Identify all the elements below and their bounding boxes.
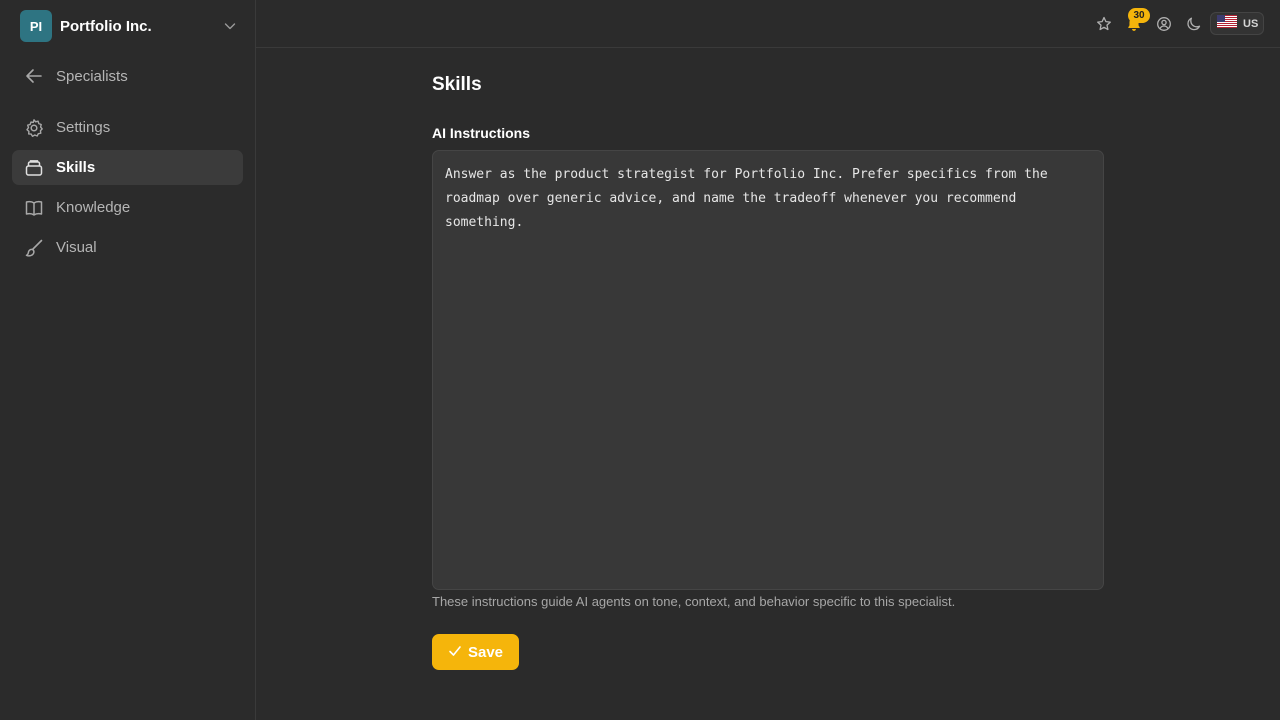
back-to-specialists-link[interactable]: Specialists bbox=[12, 58, 243, 94]
moon-icon[interactable] bbox=[1184, 14, 1204, 34]
sidebar-item-knowledge[interactable]: Knowledge bbox=[12, 190, 243, 225]
page-title: Skills bbox=[432, 74, 482, 95]
back-label: Specialists bbox=[56, 67, 128, 85]
us-flag-icon bbox=[1217, 14, 1237, 33]
paintbrush-icon bbox=[24, 238, 44, 258]
sidebar-item-skills[interactable]: Skills bbox=[12, 150, 243, 185]
sidebar-item-label: Settings bbox=[56, 119, 111, 136]
sidebar: PI Portfolio Inc. Specialists Settings S… bbox=[0, 0, 256, 720]
org-switcher[interactable]: PI Portfolio Inc. bbox=[20, 10, 238, 42]
notification-count-badge: 30 bbox=[1128, 8, 1150, 23]
check-icon bbox=[448, 644, 462, 661]
ai-instructions-label: AI Instructions bbox=[432, 125, 531, 141]
star-icon[interactable] bbox=[1094, 14, 1114, 34]
book-icon bbox=[24, 198, 44, 218]
sidebar-item-settings[interactable]: Settings bbox=[12, 110, 243, 145]
sidebar-item-label: Skills bbox=[56, 159, 96, 176]
sidebar-item-label: Visual bbox=[56, 239, 97, 256]
user-circle-icon[interactable] bbox=[1154, 14, 1174, 34]
arrow-left-icon bbox=[24, 66, 44, 86]
locale-selector[interactable]: US bbox=[1210, 12, 1264, 35]
ai-instructions-textarea[interactable]: Answer as the product strategist for Por… bbox=[432, 150, 1104, 590]
sidebar-item-label: Knowledge bbox=[56, 199, 131, 216]
org-avatar: PI bbox=[20, 10, 52, 42]
inbox-icon bbox=[24, 158, 44, 178]
sidebar-item-visual[interactable]: Visual bbox=[12, 230, 243, 265]
save-label: Save bbox=[467, 643, 504, 661]
org-name: Portfolio Inc. bbox=[60, 17, 152, 35]
gear-icon bbox=[24, 118, 44, 138]
chevron-down-icon bbox=[222, 18, 238, 34]
helper-text: These instructions guide AI agents on to… bbox=[432, 594, 956, 609]
locale-label: US bbox=[1243, 17, 1259, 30]
save-button[interactable]: Save bbox=[432, 634, 519, 670]
